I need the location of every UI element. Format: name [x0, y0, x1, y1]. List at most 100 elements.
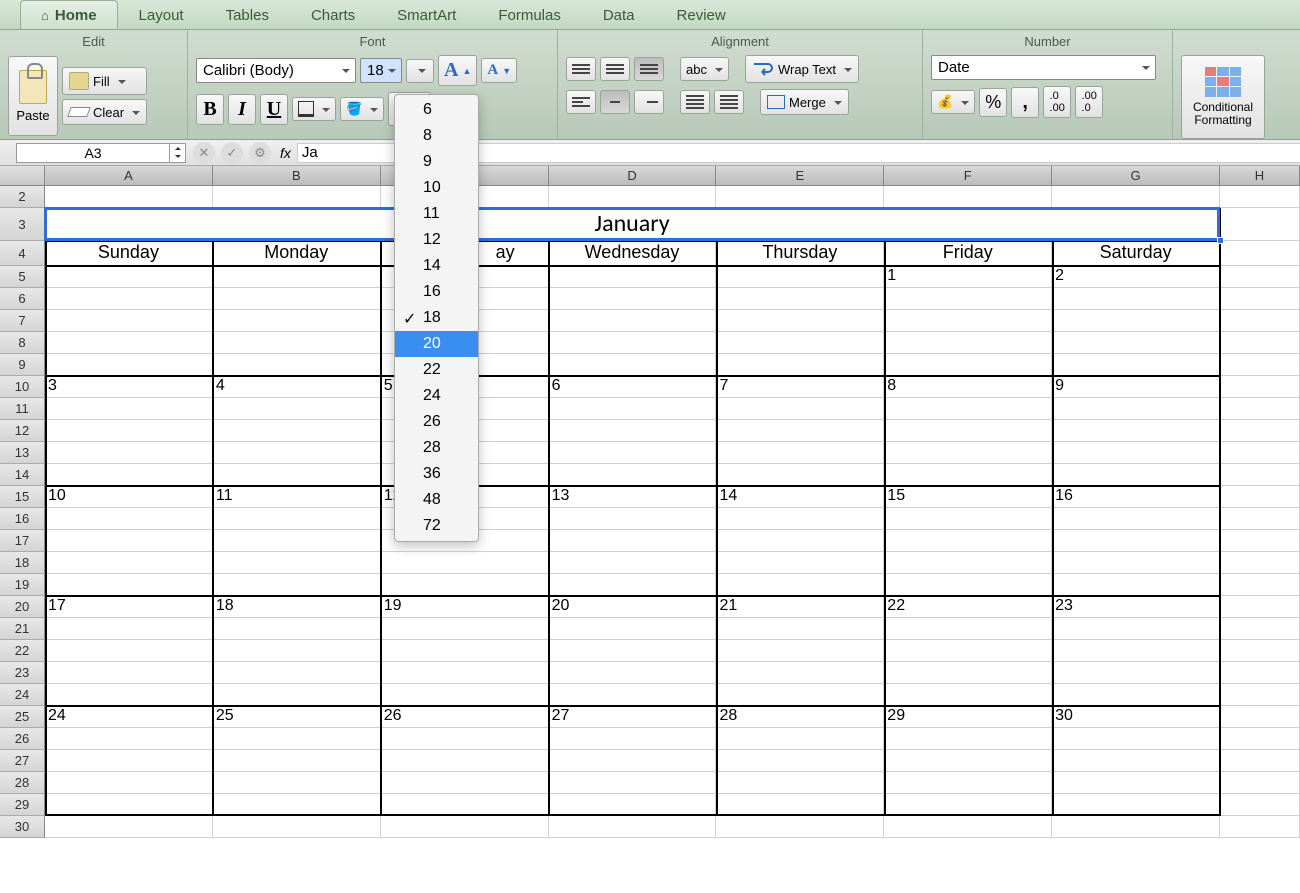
cell-C28[interactable] — [381, 772, 549, 794]
tab-data[interactable]: Data — [582, 0, 656, 29]
font-size-option-10[interactable]: 10 — [395, 175, 478, 201]
font-size-option-72[interactable]: 72 — [395, 513, 478, 539]
cell-H12[interactable] — [1220, 420, 1300, 442]
cell-D29[interactable] — [549, 794, 717, 816]
cell-D11[interactable] — [549, 398, 717, 420]
cell-E6[interactable] — [716, 288, 884, 310]
cell-E17[interactable] — [716, 530, 884, 552]
font-size-dropdown-button[interactable] — [406, 59, 434, 83]
cell-E13[interactable] — [716, 442, 884, 464]
cell-F24[interactable] — [884, 684, 1052, 706]
row-header-14[interactable]: 14 — [0, 464, 45, 486]
cell-B8[interactable] — [213, 332, 381, 354]
cell-A23[interactable] — [45, 662, 213, 684]
cell-F23[interactable] — [884, 662, 1052, 684]
cell-G20[interactable]: 23 — [1052, 596, 1220, 618]
cell-F18[interactable] — [884, 552, 1052, 574]
cell-F30[interactable] — [884, 816, 1052, 838]
cell-H20[interactable] — [1220, 596, 1300, 618]
orientation-button[interactable]: abc — [680, 57, 729, 81]
cell-H16[interactable] — [1220, 508, 1300, 530]
cell-G23[interactable] — [1052, 662, 1220, 684]
cell-B27[interactable] — [213, 750, 381, 772]
cell-H21[interactable] — [1220, 618, 1300, 640]
tab-home[interactable]: ⌂Home — [20, 0, 118, 29]
font-size-option-12[interactable]: 12 — [395, 227, 478, 253]
cell-B13[interactable] — [213, 442, 381, 464]
row-header-30[interactable]: 30 — [0, 816, 45, 838]
cell-E16[interactable] — [716, 508, 884, 530]
align-left-button[interactable] — [566, 90, 596, 114]
cell-A30[interactable] — [45, 816, 213, 838]
cell-H28[interactable] — [1220, 772, 1300, 794]
cell-B15[interactable]: 11 — [213, 486, 381, 508]
cell-F10[interactable]: 8 — [884, 376, 1052, 398]
font-size-option-11[interactable]: 11 — [395, 201, 478, 227]
cell-H17[interactable] — [1220, 530, 1300, 552]
paste-button[interactable]: Paste — [8, 56, 58, 136]
cell-A29[interactable] — [45, 794, 213, 816]
cell-D6[interactable] — [549, 288, 717, 310]
cell-B28[interactable] — [213, 772, 381, 794]
row-header-18[interactable]: 18 — [0, 552, 45, 574]
percent-button[interactable]: % — [979, 88, 1007, 117]
cell-D24[interactable] — [549, 684, 717, 706]
cell-E25[interactable]: 28 — [716, 706, 884, 728]
cell-C23[interactable] — [381, 662, 549, 684]
font-size-option-6[interactable]: 6 — [395, 97, 478, 123]
row-header-21[interactable]: 21 — [0, 618, 45, 640]
cell-B9[interactable] — [213, 354, 381, 376]
cell-B6[interactable] — [213, 288, 381, 310]
column-header-A[interactable]: A — [45, 166, 213, 186]
cell-H15[interactable] — [1220, 486, 1300, 508]
cell-A7[interactable] — [45, 310, 213, 332]
cell-C29[interactable] — [381, 794, 549, 816]
cancel-formula-button[interactable]: ✕ — [193, 142, 215, 164]
row-header-2[interactable]: 2 — [0, 186, 45, 208]
cell-G14[interactable] — [1052, 464, 1220, 486]
row-header-29[interactable]: 29 — [0, 794, 45, 816]
cell-D9[interactable] — [549, 354, 717, 376]
row-header-19[interactable]: 19 — [0, 574, 45, 596]
cell-G27[interactable] — [1052, 750, 1220, 772]
cell-F14[interactable] — [884, 464, 1052, 486]
cell-A4[interactable]: Sunday — [45, 241, 213, 266]
cell-E7[interactable] — [716, 310, 884, 332]
column-header-F[interactable]: F — [884, 166, 1052, 186]
cell-D15[interactable]: 13 — [549, 486, 717, 508]
row-header-11[interactable]: 11 — [0, 398, 45, 420]
cell-D7[interactable] — [549, 310, 717, 332]
cell-G30[interactable] — [1052, 816, 1220, 838]
cell-D30[interactable] — [549, 816, 717, 838]
cell-C27[interactable] — [381, 750, 549, 772]
row-header-5[interactable]: 5 — [0, 266, 45, 288]
cell-D5[interactable] — [549, 266, 717, 288]
cell-F12[interactable] — [884, 420, 1052, 442]
row-header-10[interactable]: 10 — [0, 376, 45, 398]
cell-D19[interactable] — [549, 574, 717, 596]
cell-G10[interactable]: 9 — [1052, 376, 1220, 398]
cell-D2[interactable] — [549, 186, 717, 208]
align-bottom-button[interactable] — [634, 57, 664, 81]
number-format-select[interactable]: Date — [931, 55, 1156, 80]
cell-A2[interactable] — [45, 186, 213, 208]
clear-button[interactable]: Clear — [62, 99, 147, 125]
cell-B16[interactable] — [213, 508, 381, 530]
cell-E18[interactable] — [716, 552, 884, 574]
cell-B19[interactable] — [213, 574, 381, 596]
row-header-27[interactable]: 27 — [0, 750, 45, 772]
cell-G17[interactable] — [1052, 530, 1220, 552]
select-all-corner[interactable] — [0, 166, 45, 186]
cell-C30[interactable] — [381, 816, 549, 838]
cell-G9[interactable] — [1052, 354, 1220, 376]
cell-G13[interactable] — [1052, 442, 1220, 464]
cell-D26[interactable] — [549, 728, 717, 750]
cell-F7[interactable] — [884, 310, 1052, 332]
cell-C20[interactable]: 19 — [381, 596, 549, 618]
font-size-option-16[interactable]: 16 — [395, 279, 478, 305]
font-size-option-22[interactable]: 22 — [395, 357, 478, 383]
tab-smartart[interactable]: SmartArt — [376, 0, 477, 29]
row-header-26[interactable]: 26 — [0, 728, 45, 750]
cell-C24[interactable] — [381, 684, 549, 706]
cell-C18[interactable] — [381, 552, 549, 574]
